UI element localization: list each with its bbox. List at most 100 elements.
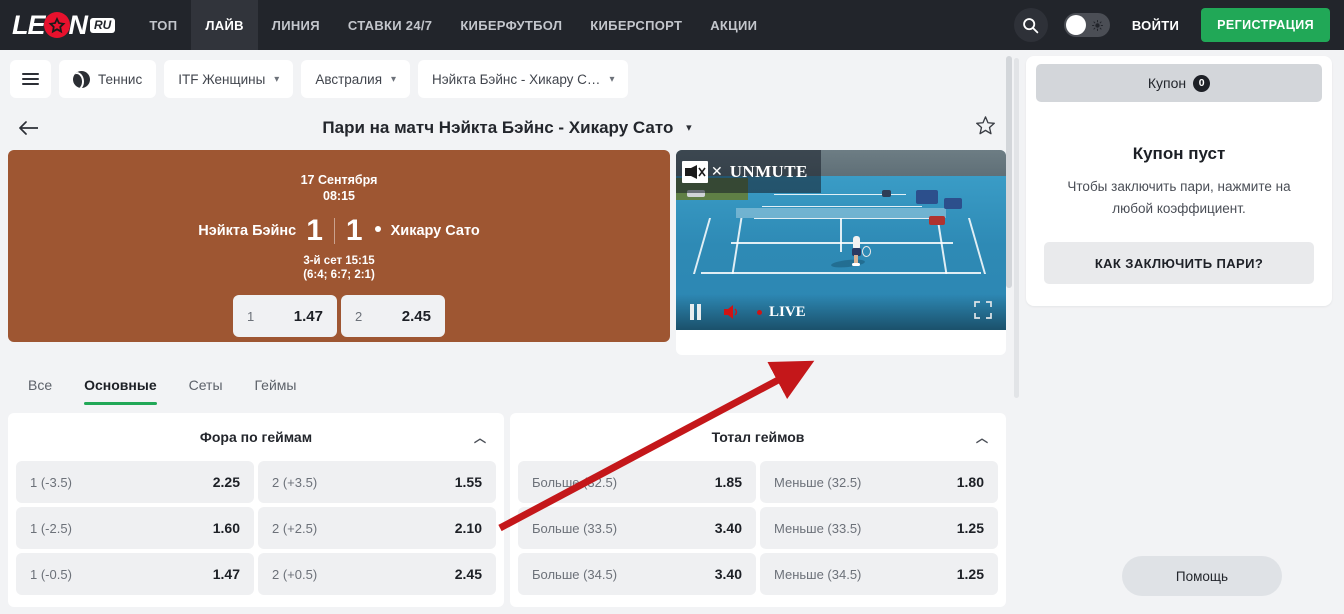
outcome-label: 2 (+0.5) (272, 566, 318, 582)
outcome-button[interactable]: 1 (-3.5) 2.25 (16, 461, 254, 503)
nav-item-line[interactable]: ЛИНИЯ (258, 0, 334, 50)
nav-item-top[interactable]: ТОП (135, 0, 191, 50)
home-team-name: Нэйкта Бэйнс (198, 223, 297, 239)
fullscreen-icon (974, 300, 992, 319)
outcome-odd: 3.40 (714, 520, 742, 536)
outcome-odd: 1.80 (956, 474, 984, 490)
market-header[interactable]: Тотал геймов ︿ (510, 413, 1006, 461)
star-ball-logo-icon (43, 12, 70, 38)
content-scrollbar[interactable] (1006, 56, 1012, 288)
logo-text: LE N RU (12, 9, 116, 40)
score-divider (333, 218, 335, 244)
star-outline-icon (976, 116, 995, 135)
outcome-label: 2 (+2.5) (272, 520, 318, 536)
register-button[interactable]: РЕГИСТРАЦИЯ (1201, 8, 1330, 42)
live-label: LIVE (769, 303, 806, 320)
outcome-button[interactable]: 2 (+3.5) 1.55 (258, 461, 496, 503)
outcome-label: 1 (-0.5) (30, 566, 72, 582)
tab-all[interactable]: Все (14, 369, 66, 405)
how-to-bet-button[interactable]: КАК ЗАКЛЮЧИТЬ ПАРИ? (1044, 242, 1314, 284)
right-sidebar: Купон 0 Купон пуст Чтобы заключить пари,… (1014, 50, 1344, 614)
nav-item-esports[interactable]: КИБЕРСПОРТ (576, 0, 696, 50)
market-row: 1 (-2.5) 1.60 2 (+2.5) 2.10 (16, 507, 496, 549)
sidebar-scrollbar[interactable] (1014, 58, 1019, 398)
outcome-odd: 2.10 (454, 520, 482, 536)
help-button[interactable]: Помощь (1122, 556, 1282, 596)
nav-item-promotions[interactable]: АКЦИИ (696, 0, 771, 50)
chevron-down-icon: ▾ (274, 73, 280, 85)
outcome-button[interactable]: Больше (32.5) 1.85 (518, 461, 756, 503)
tennis-ball-icon (73, 70, 90, 88)
page-root: LE N RU ТОП ЛАЙВ ЛИНИЯ СТАВКИ 24/7 КИБЕР… (0, 0, 1344, 614)
outcome-button[interactable]: 2 (+0.5) 2.45 (258, 553, 496, 595)
filter-sport[interactable]: Теннис (59, 60, 157, 98)
chevron-down-icon: ▾ (609, 73, 615, 85)
video-card: ✕ UNMUTE LIVE (676, 150, 1006, 355)
scoreboard-teams: Нэйкта Бэйнс 1 1 Хикару Сато (198, 216, 480, 246)
outcome-button[interactable]: Больше (33.5) 3.40 (518, 507, 756, 549)
live-video-player[interactable]: ✕ UNMUTE LIVE (676, 150, 1006, 330)
outcome-button[interactable]: Меньше (32.5) 1.80 (760, 461, 998, 503)
outcome-button[interactable]: 1 (-0.5) 1.47 (16, 553, 254, 595)
outcome-button[interactable]: Больше (34.5) 3.40 (518, 553, 756, 595)
filter-league[interactable]: ITF Женщины ▾ (164, 60, 294, 98)
scoreboard-odds: 1 1.47 2 2.45 (233, 295, 445, 337)
header-actions: ВОЙТИ РЕГИСТРАЦИЯ (1013, 0, 1344, 50)
outcome-label: Меньше (33.5) (774, 520, 862, 536)
logo-text-before: LE (12, 9, 46, 40)
main-nav: ТОП ЛАЙВ ЛИНИЯ СТАВКИ 24/7 КИБЕРФУТБОЛ К… (135, 0, 771, 50)
search-button[interactable] (1013, 8, 1048, 42)
home-score: 1 (306, 214, 323, 247)
coupon-tab[interactable]: Купон 0 (1036, 64, 1322, 102)
outcome-button[interactable]: Меньше (33.5) 1.25 (760, 507, 998, 549)
market-row: Больше (34.5) 3.40 Меньше (34.5) 1.25 (518, 553, 998, 595)
scoreboard-odd-2[interactable]: 2 2.45 (341, 295, 445, 337)
live-dot-icon (757, 309, 762, 315)
fullscreen-button[interactable] (974, 300, 992, 324)
odd-label: 1 (247, 308, 255, 324)
nav-item-bets247[interactable]: СТАВКИ 24/7 (334, 0, 446, 50)
theme-toggle[interactable] (1063, 13, 1110, 37)
body-area: Теннис ITF Женщины ▾ Австралия ▾ Нэйкта … (0, 50, 1344, 614)
score-display: 1 1 (306, 216, 362, 246)
chevron-up-icon[interactable]: ︿ (474, 429, 486, 446)
chevron-down-icon: ▾ (686, 122, 692, 134)
outcome-odd: 2.45 (454, 566, 482, 582)
scoreboard-odd-1[interactable]: 1 1.47 (233, 295, 337, 337)
pause-button[interactable] (690, 304, 701, 320)
odd-value: 1.47 (293, 307, 323, 325)
market-header[interactable]: Фора по геймам ︿ (8, 413, 504, 461)
volume-button[interactable] (723, 304, 743, 320)
favorite-button[interactable] (975, 115, 996, 141)
outcome-button[interactable]: 1 (-2.5) 1.60 (16, 507, 254, 549)
top-header: LE N RU ТОП ЛАЙВ ЛИНИЯ СТАВКИ 24/7 КИБЕР… (0, 0, 1344, 50)
market-rows: 1 (-3.5) 2.25 2 (+3.5) 1.55 1 (-2.5) 1.6… (8, 461, 504, 607)
back-button[interactable] (18, 120, 40, 136)
video-racket (862, 246, 871, 257)
market-title: Тотал геймов (711, 429, 805, 445)
tab-games[interactable]: Геймы (241, 369, 311, 405)
nav-item-live[interactable]: ЛАЙВ (191, 0, 258, 50)
chevron-down-icon: ▾ (391, 73, 397, 85)
chevron-up-icon[interactable]: ︿ (976, 429, 988, 446)
search-icon (1023, 17, 1039, 33)
filter-league-label: ITF Женщины (178, 71, 266, 87)
menu-button[interactable] (10, 60, 51, 98)
outcome-odd: 1.47 (212, 566, 240, 582)
market-row: 1 (-0.5) 1.47 2 (+0.5) 2.45 (16, 553, 496, 595)
outcome-label: 1 (-2.5) (30, 520, 72, 536)
filter-country-label: Австралия (315, 71, 383, 87)
video-controls: LIVE (676, 294, 1006, 330)
site-logo[interactable]: LE N RU (0, 0, 129, 50)
tab-sets[interactable]: Сеты (175, 369, 237, 405)
unmute-overlay[interactable]: ✕ UNMUTE (676, 150, 821, 193)
outcome-button[interactable]: Меньше (34.5) 1.25 (760, 553, 998, 595)
login-button[interactable]: ВОЙТИ (1126, 18, 1185, 33)
tab-main[interactable]: Основные (70, 369, 171, 405)
nav-item-cyberfootball[interactable]: КИБЕРФУТБОЛ (446, 0, 576, 50)
muted-speaker-icon (682, 160, 708, 183)
close-icon[interactable]: ✕ (711, 163, 723, 180)
filter-match[interactable]: Нэйкта Бэйнс - Хикару С… ▾ (418, 60, 629, 98)
filter-country[interactable]: Австралия ▾ (301, 60, 411, 98)
outcome-button[interactable]: 2 (+2.5) 2.10 (258, 507, 496, 549)
